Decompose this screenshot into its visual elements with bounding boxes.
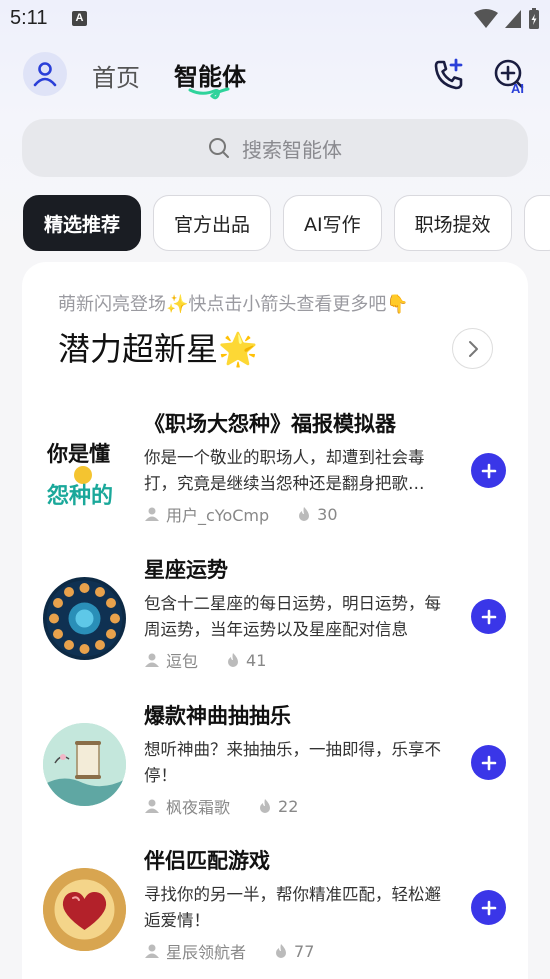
ai-search-icon: AI <box>494 59 524 96</box>
search-icon <box>209 138 229 158</box>
agent-thumbnail <box>43 868 126 951</box>
signal-icon <box>505 10 521 28</box>
fire-icon <box>228 653 239 667</box>
search-input[interactable]: 搜索智能体 <box>22 119 528 177</box>
add-agent-button[interactable] <box>471 890 506 925</box>
agent-thumbnail <box>43 723 126 806</box>
chevron-right-icon <box>468 340 478 357</box>
agent-title: 爆款神曲抽抽乐 <box>144 704 291 728</box>
status-icons <box>474 8 540 30</box>
agent-author: 星辰领航者 <box>166 943 247 962</box>
agent-meta: 星辰领航者 77 <box>144 939 314 963</box>
scroll-landscape-image <box>43 723 126 806</box>
battery-icon <box>529 8 539 29</box>
tab-more-partial[interactable] <box>523 195 550 251</box>
plus-icon <box>481 609 496 624</box>
tab-featured[interactable]: 精选推荐 <box>23 195 142 251</box>
list-item[interactable]: 星座运势 包含十二星座的每日运势，明日运势，每周运势，当年运势以及星座配对信息 … <box>22 554 528 684</box>
agent-author: 枫夜霜歌 <box>166 798 231 817</box>
plus-icon <box>481 900 496 915</box>
active-tab-underline <box>188 87 230 100</box>
user-icon <box>33 62 57 87</box>
agent-heat-count: 30 <box>317 504 338 524</box>
agent-title: 《职场大怨种》福报模拟器 <box>144 412 396 436</box>
fire-icon <box>299 507 310 521</box>
nav-tab-home[interactable]: 首页 <box>92 58 140 93</box>
agent-heat-count: 41 <box>246 650 267 670</box>
search-placeholder: 搜索智能体 <box>242 137 342 162</box>
user-icon <box>145 653 159 667</box>
agent-heat-count: 77 <box>294 941 315 961</box>
plus-icon <box>481 755 496 770</box>
agent-author: 逗包 <box>166 652 199 671</box>
agent-description: 想听神曲？来抽抽乐，一抽即得，乐享不停！ <box>144 740 441 785</box>
agent-author: 用户_cYoCmp <box>166 506 270 525</box>
user-icon <box>145 507 159 521</box>
add-agent-button[interactable] <box>471 745 506 780</box>
tab-workplace[interactable]: 职场提效 <box>393 195 512 251</box>
section-title: 潜力超新星🌟 <box>58 330 258 368</box>
section-subtitle: 萌新闪亮登场✨快点击小箭头查看更多吧👇 <box>58 294 409 315</box>
agent-thumbnail <box>43 577 126 660</box>
agent-thumbnail: 你是懂 怨种的 <box>43 431 126 514</box>
agent-description: 包含十二星座的每日运势，明日运势，每周运势，当年运势以及星座配对信息 <box>144 594 441 639</box>
agent-heat-count: 22 <box>278 796 299 816</box>
zodiac-wheel-image <box>46 580 123 657</box>
ai-search-button[interactable]: AI <box>493 58 529 96</box>
list-item[interactable]: 你是懂 怨种的 《职场大怨种》福报模拟器 你是一个敬业的职场人，却遭到社会毒打，… <box>22 408 528 538</box>
top-header: 首页 智能体 AI <box>0 52 550 100</box>
agent-description: 寻找你的另一半，帮你精准匹配，轻松邂逅爱情！ <box>144 885 441 930</box>
add-agent-button[interactable] <box>471 453 506 488</box>
section-more-button[interactable] <box>452 328 493 369</box>
user-icon <box>145 944 159 958</box>
wifi-icon <box>474 9 498 28</box>
fire-icon <box>276 944 287 958</box>
agent-meta: 逗包 41 <box>144 648 266 672</box>
agent-meta: 枫夜霜歌 22 <box>144 794 298 818</box>
agent-description: 你是一个敬业的职场人，却遭到社会毒打，究竟是继续当怨种还是翻身把歌… <box>144 448 425 493</box>
agent-title: 伴侣匹配游戏 <box>144 849 270 873</box>
rising-star-section: 萌新闪亮登场✨快点击小箭头查看更多吧👇 潜力超新星🌟 你是懂 怨种的 《职场大怨… <box>22 262 528 979</box>
status-bar: 5:11 A <box>0 0 550 38</box>
agent-title: 星座运势 <box>144 558 228 582</box>
heart-image <box>43 868 126 951</box>
tab-official[interactable]: 官方出品 <box>153 195 272 251</box>
status-time: 5:11 <box>10 7 48 29</box>
ai-badge-text: AI <box>511 81 524 94</box>
fire-icon <box>260 799 271 813</box>
user-icon <box>145 799 159 813</box>
phone-call-icon[interactable] <box>432 58 466 92</box>
list-item[interactable]: 爆款神曲抽抽乐 想听神曲？来抽抽乐，一抽即得，乐享不停！ 枫夜霜歌 22 <box>22 700 528 830</box>
notification-icon: A <box>72 11 87 26</box>
plus-icon <box>481 463 496 478</box>
category-tabs: 精选推荐 官方出品 AI写作 职场提效 <box>23 195 550 251</box>
agent-meta: 用户_cYoCmp 30 <box>144 502 338 526</box>
tab-ai-writing[interactable]: AI写作 <box>283 195 382 251</box>
profile-avatar-button[interactable] <box>23 52 67 96</box>
add-agent-button[interactable] <box>471 599 506 634</box>
thumb-text-2: 怨种的 <box>47 483 113 509</box>
thumb-text-1: 你是懂 <box>46 442 110 466</box>
list-item[interactable]: 伴侣匹配游戏 寻找你的另一半，帮你精准匹配，轻松邂逅爱情！ 星辰领航者 77 <box>22 845 528 975</box>
